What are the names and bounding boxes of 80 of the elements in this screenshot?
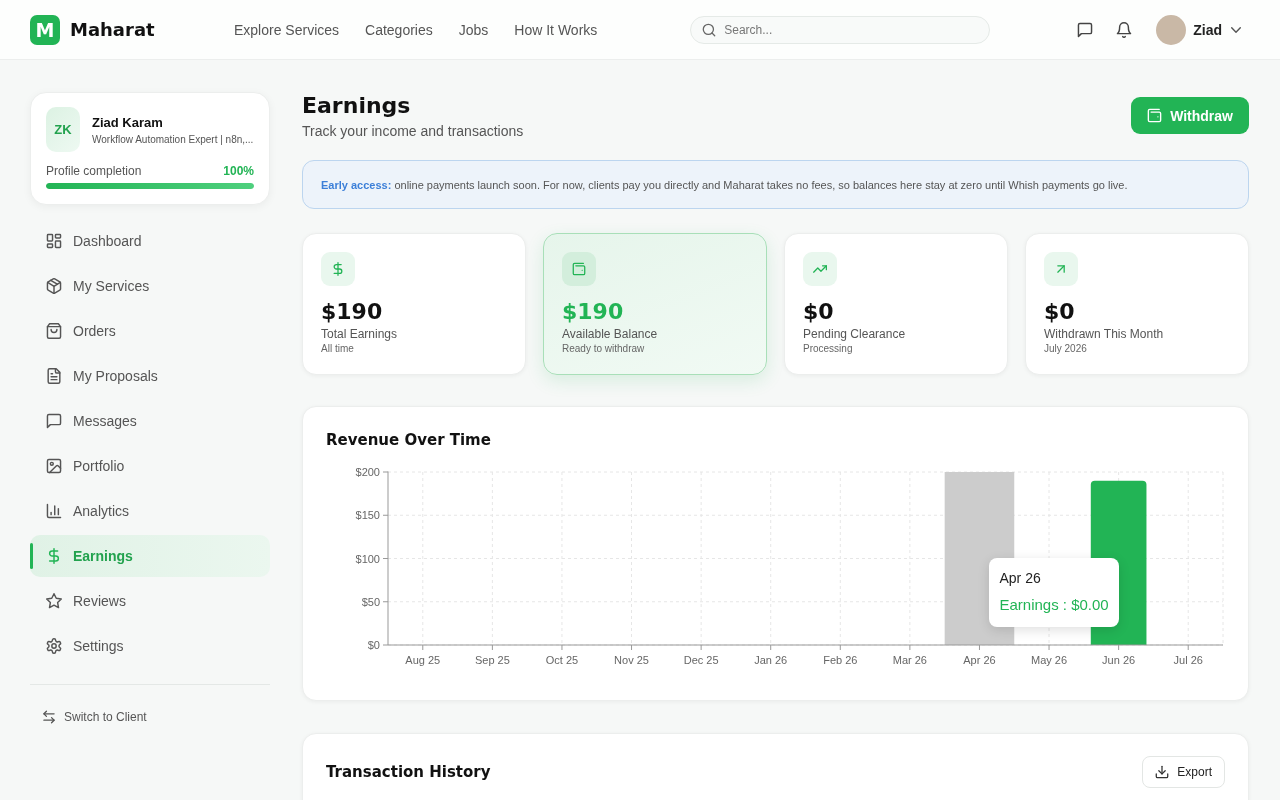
page-subtitle: Track your income and transactions — [302, 122, 524, 141]
search-field[interactable]: Search... — [690, 15, 991, 44]
notice-text: Early access: online payments launch soon. For now, clients pay you directly and Maharat takes no fees, so balances here stay at zero until Whish payments go live. — [321, 178, 1128, 191]
x-tick-label: Mar 26 — [892, 654, 927, 666]
wallet-icon — [1147, 108, 1163, 123]
y-tick-label: $100 — [355, 552, 380, 565]
stat-label: Withdrawn This Month — [1044, 326, 1164, 342]
download-icon — [1155, 765, 1170, 779]
profile-name: Ziad Karam — [92, 114, 163, 130]
y-tick-label: $50 — [361, 595, 380, 608]
sidebar-item[interactable]: My Services — [30, 265, 270, 307]
document-icon — [46, 368, 62, 384]
x-tick-label: Dec 25 — [683, 654, 719, 666]
star-icon — [46, 593, 62, 609]
stat-label: Pending Clearance — [803, 326, 906, 342]
chevron-down-icon[interactable] — [1231, 26, 1241, 33]
dollar-icon — [321, 252, 355, 286]
sidebar-item[interactable]: Messages — [30, 400, 270, 442]
x-tick-label: Sep 25 — [474, 654, 510, 666]
nav-link[interactable]: Jobs — [458, 21, 489, 38]
bar-chart-icon — [46, 503, 62, 519]
x-tick-label: May 26 — [1031, 654, 1068, 666]
brand-name[interactable]: Maharat — [70, 19, 155, 40]
x-tick-label: Apr 26 — [963, 654, 996, 666]
search-icon — [702, 22, 717, 37]
stat-label: Total Earnings — [321, 326, 398, 342]
y-tick-label: $150 — [355, 509, 380, 522]
chat-icon — [46, 413, 62, 429]
stat-note: Ready to withdraw — [562, 342, 645, 356]
sidebar-item[interactable]: Dashboard — [30, 220, 270, 262]
completion-label: Profile completion — [46, 163, 142, 179]
settings-icon — [46, 638, 62, 654]
nav-link[interactable]: Explore Services — [234, 21, 340, 38]
stat-label: Available Balance — [562, 326, 658, 342]
profile-headline: Workflow Automation Expert | n8n,... — [92, 133, 254, 145]
x-tick-label: Oct 25 — [545, 654, 579, 666]
x-tick-label: Jan 26 — [754, 654, 788, 666]
x-tick-label: Aug 25 — [405, 654, 441, 666]
sidebar-item[interactable]: Orders — [30, 310, 270, 352]
tooltip-value: Earnings : $0.00 — [999, 595, 1109, 615]
stat-value: $190 — [562, 298, 624, 326]
x-tick-label: Jun 26 — [1102, 654, 1136, 666]
export-button[interactable]: Export — [1142, 756, 1225, 788]
stat-note: July 2026 — [1044, 342, 1087, 356]
box-icon — [46, 278, 62, 294]
grid-icon — [46, 233, 62, 249]
sidebar-item[interactable]: Analytics — [30, 490, 270, 532]
initials-avatar: ZK — [46, 107, 80, 152]
switch-role-button[interactable]: Switch to Client — [30, 705, 159, 729]
wallet-icon — [562, 252, 596, 286]
x-tick-label: Jul 26 — [1173, 654, 1203, 666]
stat-value: $0 — [1044, 298, 1075, 326]
stat-value: $0 — [803, 298, 834, 326]
sidebar-item[interactable]: Portfolio — [30, 445, 270, 487]
bag-icon — [46, 323, 62, 339]
y-tick-label: $200 — [355, 466, 380, 478]
page-title: Earnings — [302, 92, 411, 120]
image-icon — [46, 458, 62, 474]
chart-title: Revenue Over Time — [326, 430, 491, 450]
sidebar-item[interactable]: Settings — [30, 625, 270, 667]
bell-icon[interactable] — [1116, 21, 1133, 38]
x-tick-label: Nov 25 — [614, 654, 649, 666]
arrow-up-right-icon — [1044, 252, 1078, 286]
stat-value: $190 — [321, 298, 383, 326]
user-name[interactable]: Ziad — [1193, 21, 1222, 38]
nav-link[interactable]: Categories — [365, 21, 433, 38]
chat-icon[interactable] — [1077, 21, 1094, 38]
nav-link[interactable]: How It Works — [514, 21, 598, 38]
sidebar-item[interactable]: Reviews — [30, 580, 270, 622]
trend-up-icon — [803, 252, 837, 286]
dollar-icon — [46, 548, 62, 564]
stat-note: Processing — [803, 342, 853, 356]
tooltip-title: Apr 26 — [999, 569, 1041, 587]
swap-arrows-icon — [42, 710, 56, 724]
stat-note: All time — [321, 342, 354, 356]
x-tick-label: Feb 26 — [823, 654, 858, 666]
sidebar-item[interactable]: My Proposals — [30, 355, 270, 397]
completion-value: 100% — [223, 163, 254, 179]
section-title: Transaction History — [326, 762, 491, 782]
y-tick-label: $0 — [367, 639, 380, 651]
